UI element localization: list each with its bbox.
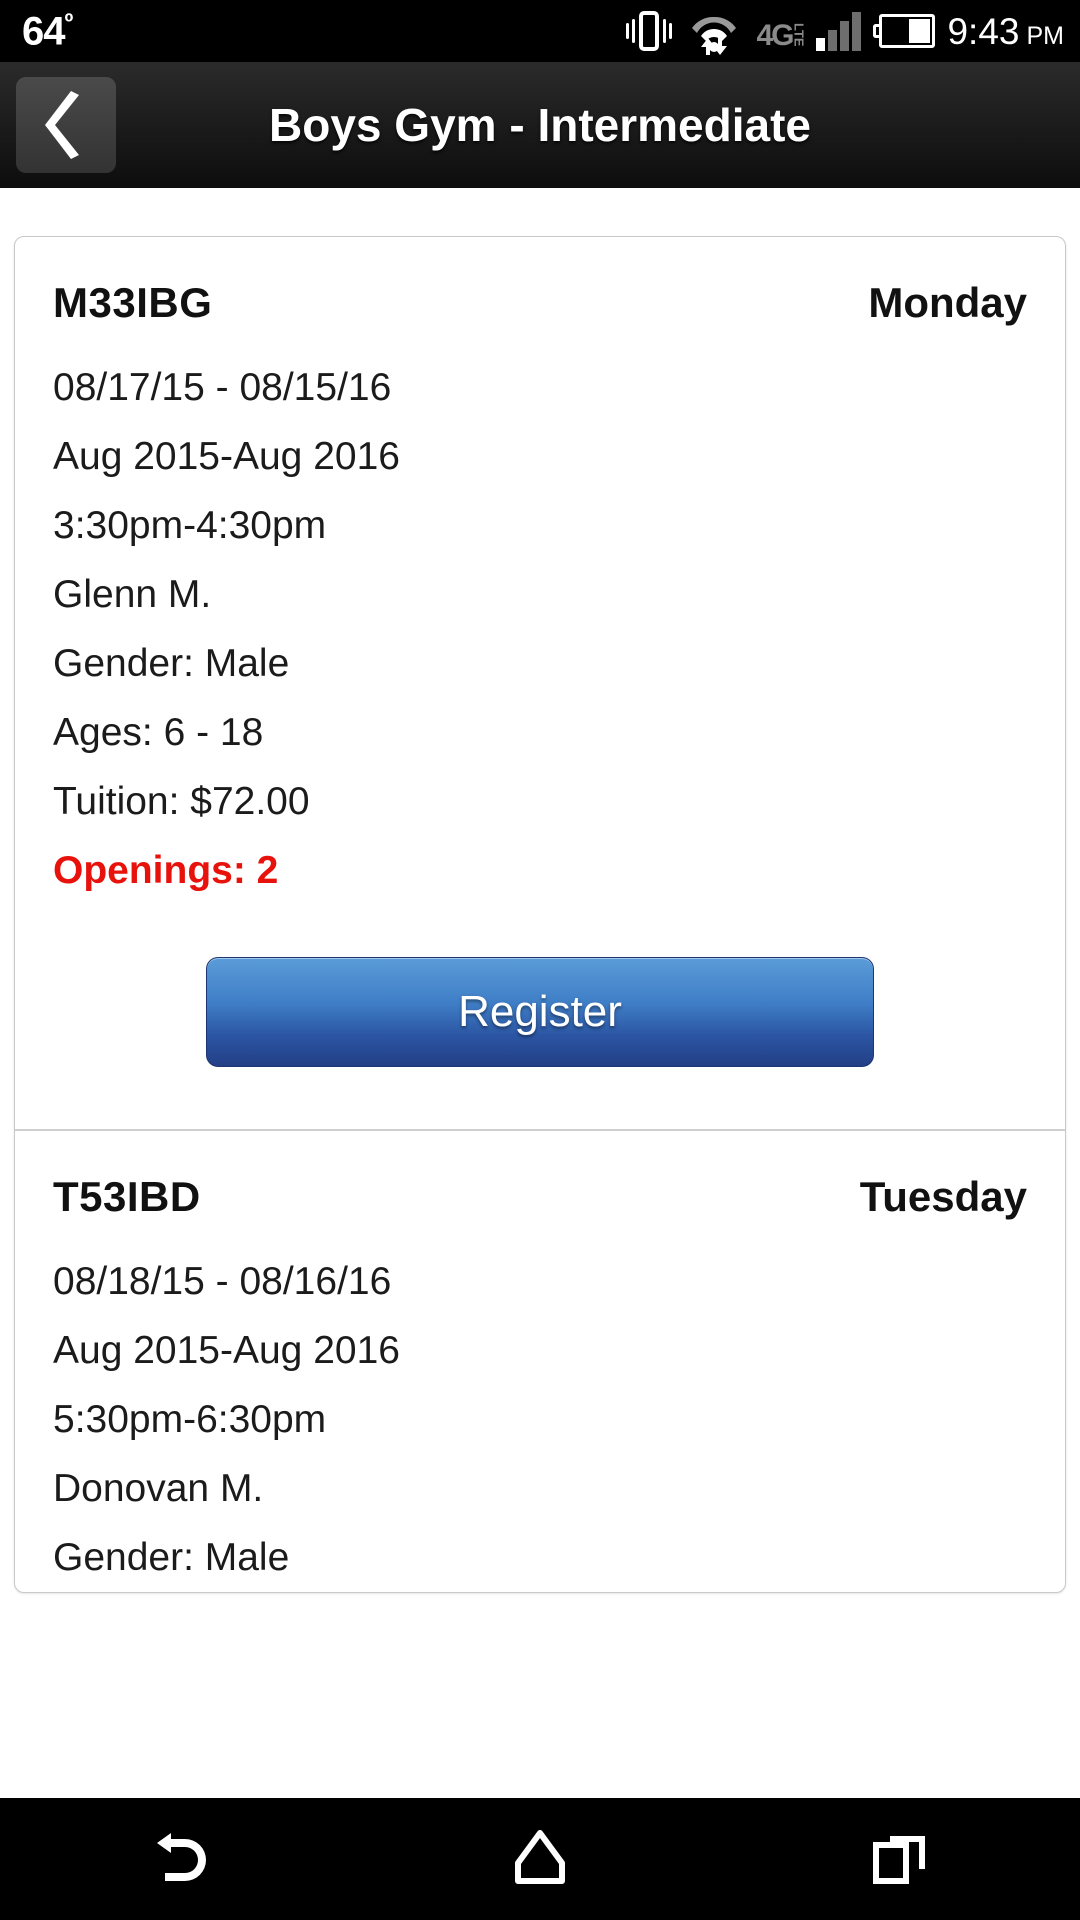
degree-symbol: º [64, 8, 74, 36]
class-instructor: Glenn M. [53, 573, 212, 616]
class-time: 5:30pm-6:30pm [53, 1398, 327, 1441]
clock-time: 9:43 [947, 10, 1020, 52]
register-button[interactable]: Register [206, 957, 874, 1067]
lte-label: LTE [791, 23, 807, 47]
signal-bars-icon [816, 11, 862, 51]
class-tuition: Tuition: $72.00 [53, 780, 310, 823]
status-icons-group: 4G LTE 9:43 PM [626, 7, 1064, 55]
class-openings: Openings: 2 [53, 849, 279, 892]
temperature-value: 64 [22, 9, 65, 54]
class-time: 3:30pm-4:30pm [53, 504, 327, 547]
battery-icon [873, 14, 936, 48]
back-button[interactable] [16, 77, 116, 173]
nav-back-button[interactable] [0, 1830, 360, 1889]
class-ages: Ages: 6 - 18 [53, 711, 264, 754]
back-chevron-icon [41, 91, 91, 159]
class-gender: Gender: Male [53, 1536, 290, 1579]
nav-back-icon [149, 1830, 211, 1889]
wifi-icon [684, 7, 744, 55]
temperature-indicator: 64º [22, 8, 74, 54]
class-instructor: Donovan M. [53, 1467, 264, 1510]
class-session: Aug 2015-Aug 2016 [53, 1329, 400, 1372]
class-card-header: M33IBG Monday [53, 279, 1027, 327]
class-date-range: 08/17/15 - 08/15/16 [53, 366, 392, 409]
class-day: Monday [868, 279, 1027, 326]
android-navigation-bar [0, 1798, 1080, 1920]
nav-recents-icon [870, 1829, 930, 1890]
class-gender: Gender: Male [53, 642, 290, 685]
nav-home-icon [510, 1829, 570, 1890]
clock-meridiem: PM [1026, 21, 1065, 50]
page-title: Boys Gym - Intermediate [269, 99, 811, 151]
clock: 9:43 PM [947, 13, 1064, 50]
register-button-wrapper: Register [53, 905, 1027, 1129]
class-list-scroll-area[interactable]: M33IBG Monday 08/17/15 - 08/15/16 Aug 20… [0, 188, 1080, 1593]
4g-lte-icon: 4G LTE [756, 11, 807, 52]
class-date-range: 08/18/15 - 08/16/16 [53, 1260, 392, 1303]
network-type-label: 4G [756, 19, 794, 52]
class-day: Tuesday [859, 1173, 1027, 1220]
class-code: T53IBD [53, 1173, 201, 1220]
class-card-header: T53IBD Tuesday [53, 1173, 1027, 1221]
vibrate-icon [626, 9, 673, 53]
class-card[interactable]: M33IBG Monday 08/17/15 - 08/15/16 Aug 20… [15, 237, 1065, 1129]
class-session: Aug 2015-Aug 2016 [53, 435, 400, 478]
class-card[interactable]: T53IBD Tuesday 08/18/15 - 08/16/16 Aug 2… [15, 1129, 1065, 1592]
nav-recents-button[interactable] [720, 1829, 1080, 1890]
app-title-bar: Boys Gym - Intermediate [0, 62, 1080, 188]
status-bar: 64º 4G LTE 9:43 PM [0, 0, 1080, 62]
nav-home-button[interactable] [360, 1829, 720, 1890]
class-code: M33IBG [53, 279, 213, 326]
class-card-list: M33IBG Monday 08/17/15 - 08/15/16 Aug 20… [14, 236, 1066, 1593]
